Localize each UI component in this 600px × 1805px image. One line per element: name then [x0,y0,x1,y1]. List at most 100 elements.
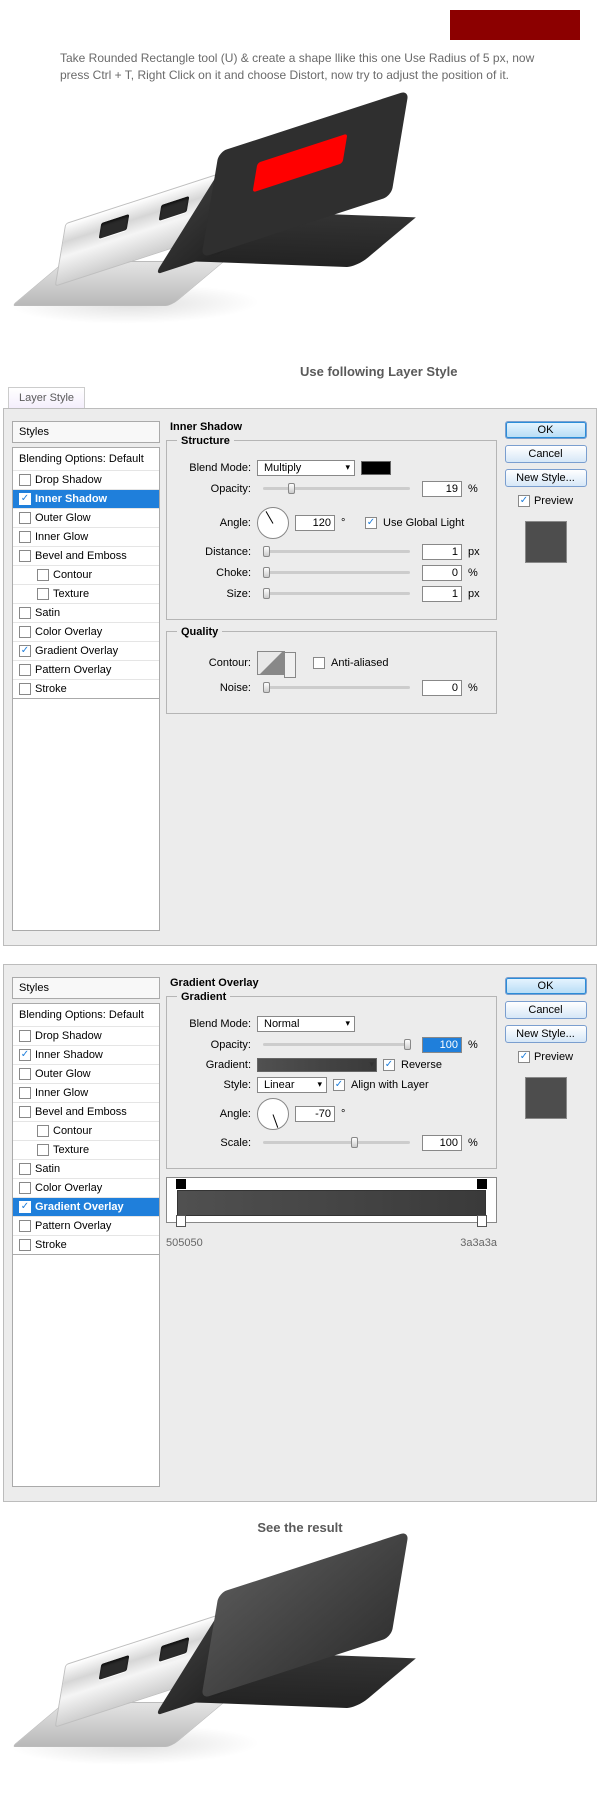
ok-button[interactable]: OK [505,421,587,439]
style-checkbox[interactable] [19,1163,31,1175]
style-checkbox[interactable] [19,1182,31,1194]
style-row-drop-shadow[interactable]: Drop Shadow [13,471,159,490]
layer-style-tab[interactable]: Layer Style [8,387,85,408]
style-row-color-overlay[interactable]: Color Overlay [13,1179,159,1198]
style-row-bevel-and-emboss[interactable]: Bevel and Emboss [13,1103,159,1122]
layer-style-dialog-inner-shadow: Styles Blending Options: Default Drop Sh… [3,408,597,946]
angle-value[interactable]: -70 [295,1106,335,1122]
style-checkbox[interactable] [37,588,49,600]
opacity-value[interactable]: 100 [422,1037,462,1053]
style-row-pattern-overlay[interactable]: Pattern Overlay [13,661,159,680]
style-row-contour[interactable]: Contour [13,566,159,585]
style-checkbox[interactable] [37,569,49,581]
opacity-slider[interactable] [263,1043,410,1046]
ok-button[interactable]: OK [505,977,587,995]
opacity-slider[interactable] [263,487,410,490]
gradient-bar[interactable] [177,1190,486,1216]
style-checkbox[interactable] [37,1144,49,1156]
style-label: Gradient Overlay [35,1201,124,1213]
style-row-drop-shadow[interactable]: Drop Shadow [13,1027,159,1046]
styles-header[interactable]: Styles [12,977,160,999]
preview-label: Preview [534,1051,573,1063]
style-checkbox[interactable]: ✓ [19,493,31,505]
style-row-satin[interactable]: Satin [13,604,159,623]
opacity-value[interactable]: 19 [422,481,462,497]
reverse-checkbox[interactable]: ✓ [383,1059,395,1071]
new-style-button[interactable]: New Style... [505,1025,587,1043]
scale-value[interactable]: 100 [422,1135,462,1151]
color-stop-right[interactable] [477,1215,487,1227]
style-checkbox[interactable] [19,1239,31,1251]
style-row-texture[interactable]: Texture [13,585,159,604]
align-layer-checkbox[interactable]: ✓ [333,1079,345,1091]
style-row-inner-shadow[interactable]: ✓Inner Shadow [13,1046,159,1065]
contour-picker[interactable] [257,651,285,675]
anti-aliased-checkbox[interactable] [313,657,325,669]
new-style-button[interactable]: New Style... [505,469,587,487]
style-checkbox[interactable]: ✓ [19,1049,31,1061]
opacity-stop-left[interactable] [176,1179,186,1189]
style-checkbox[interactable] [19,531,31,543]
angle-value[interactable]: 120 [295,515,335,531]
style-checkbox[interactable] [19,1068,31,1080]
style-row-contour[interactable]: Contour [13,1122,159,1141]
gradient-picker[interactable] [257,1058,377,1072]
style-row-stroke[interactable]: Stroke [13,1236,159,1254]
style-row-texture[interactable]: Texture [13,1141,159,1160]
style-checkbox[interactable] [19,664,31,676]
style-checkbox[interactable] [19,1220,31,1232]
noise-value[interactable]: 0 [422,680,462,696]
style-checkbox[interactable] [19,550,31,562]
styles-header[interactable]: Styles [12,421,160,443]
style-checkbox[interactable] [37,1125,49,1137]
size-slider[interactable] [263,592,410,595]
style-checkbox[interactable] [19,1106,31,1118]
cancel-button[interactable]: Cancel [505,1001,587,1019]
angle-dial[interactable] [257,507,289,539]
style-row-inner-glow[interactable]: Inner Glow [13,528,159,547]
style-checkbox[interactable]: ✓ [19,645,31,657]
style-row-pattern-overlay[interactable]: Pattern Overlay [13,1217,159,1236]
blending-options-row[interactable]: Blending Options: Default [13,1004,159,1027]
size-value[interactable]: 1 [422,586,462,602]
noise-slider[interactable] [263,686,410,689]
style-row-outer-glow[interactable]: Outer Glow [13,509,159,528]
style-checkbox[interactable] [19,607,31,619]
style-checkbox[interactable] [19,512,31,524]
preview-checkbox[interactable]: ✓ [518,495,530,507]
style-row-satin[interactable]: Satin [13,1160,159,1179]
style-row-gradient-overlay[interactable]: ✓Gradient Overlay [13,642,159,661]
style-checkbox[interactable] [19,1030,31,1042]
style-checkbox[interactable]: ✓ [19,1201,31,1213]
style-row-outer-glow[interactable]: Outer Glow [13,1065,159,1084]
style-label: Drop Shadow [35,1030,102,1042]
color-stop-left[interactable] [176,1215,186,1227]
style-checkbox[interactable] [19,1087,31,1099]
scale-slider[interactable] [263,1141,410,1144]
choke-slider[interactable] [263,571,410,574]
style-checkbox[interactable] [19,683,31,695]
blending-options-row[interactable]: Blending Options: Default [13,448,159,471]
blend-mode-select[interactable]: Normal [257,1016,355,1032]
blend-mode-select[interactable]: Multiply [257,460,355,476]
style-checkbox[interactable] [19,626,31,638]
preview-checkbox[interactable]: ✓ [518,1051,530,1063]
opacity-stop-right[interactable] [477,1179,487,1189]
gradient-editor[interactable] [166,1177,497,1223]
distance-slider[interactable] [263,550,410,553]
style-row-inner-glow[interactable]: Inner Glow [13,1084,159,1103]
style-row-color-overlay[interactable]: Color Overlay [13,623,159,642]
style-label: Color Overlay [35,626,102,638]
style-row-stroke[interactable]: Stroke [13,680,159,698]
choke-value[interactable]: 0 [422,565,462,581]
use-global-light-checkbox[interactable]: ✓ [365,517,377,529]
cancel-button[interactable]: Cancel [505,445,587,463]
style-row-gradient-overlay[interactable]: ✓ Gradient Overlay [13,1198,159,1217]
angle-dial[interactable] [257,1098,289,1130]
style-checkbox[interactable] [19,474,31,486]
distance-value[interactable]: 1 [422,544,462,560]
style-row-inner-shadow[interactable]: ✓Inner Shadow [13,490,159,509]
style-row-bevel-and-emboss[interactable]: Bevel and Emboss [13,547,159,566]
shadow-color-swatch[interactable] [361,461,391,475]
gradient-style-select[interactable]: Linear [257,1077,327,1093]
